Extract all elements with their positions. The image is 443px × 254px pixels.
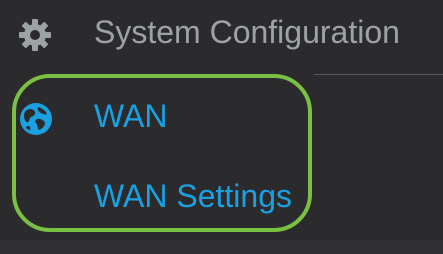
bottom-strip xyxy=(0,240,443,254)
divider xyxy=(314,74,443,75)
menu-item-wan-settings[interactable]: WAN Settings xyxy=(94,176,292,216)
menu-item-wan[interactable]: WAN xyxy=(94,96,167,136)
menu-section-system-configuration[interactable]: System Configuration xyxy=(0,0,443,70)
sidebar-menu: System Configuration WAN WAN Settings xyxy=(0,0,443,254)
globe-icon xyxy=(20,103,52,135)
section-title: System Configuration xyxy=(94,14,400,50)
gear-icon xyxy=(19,19,51,51)
